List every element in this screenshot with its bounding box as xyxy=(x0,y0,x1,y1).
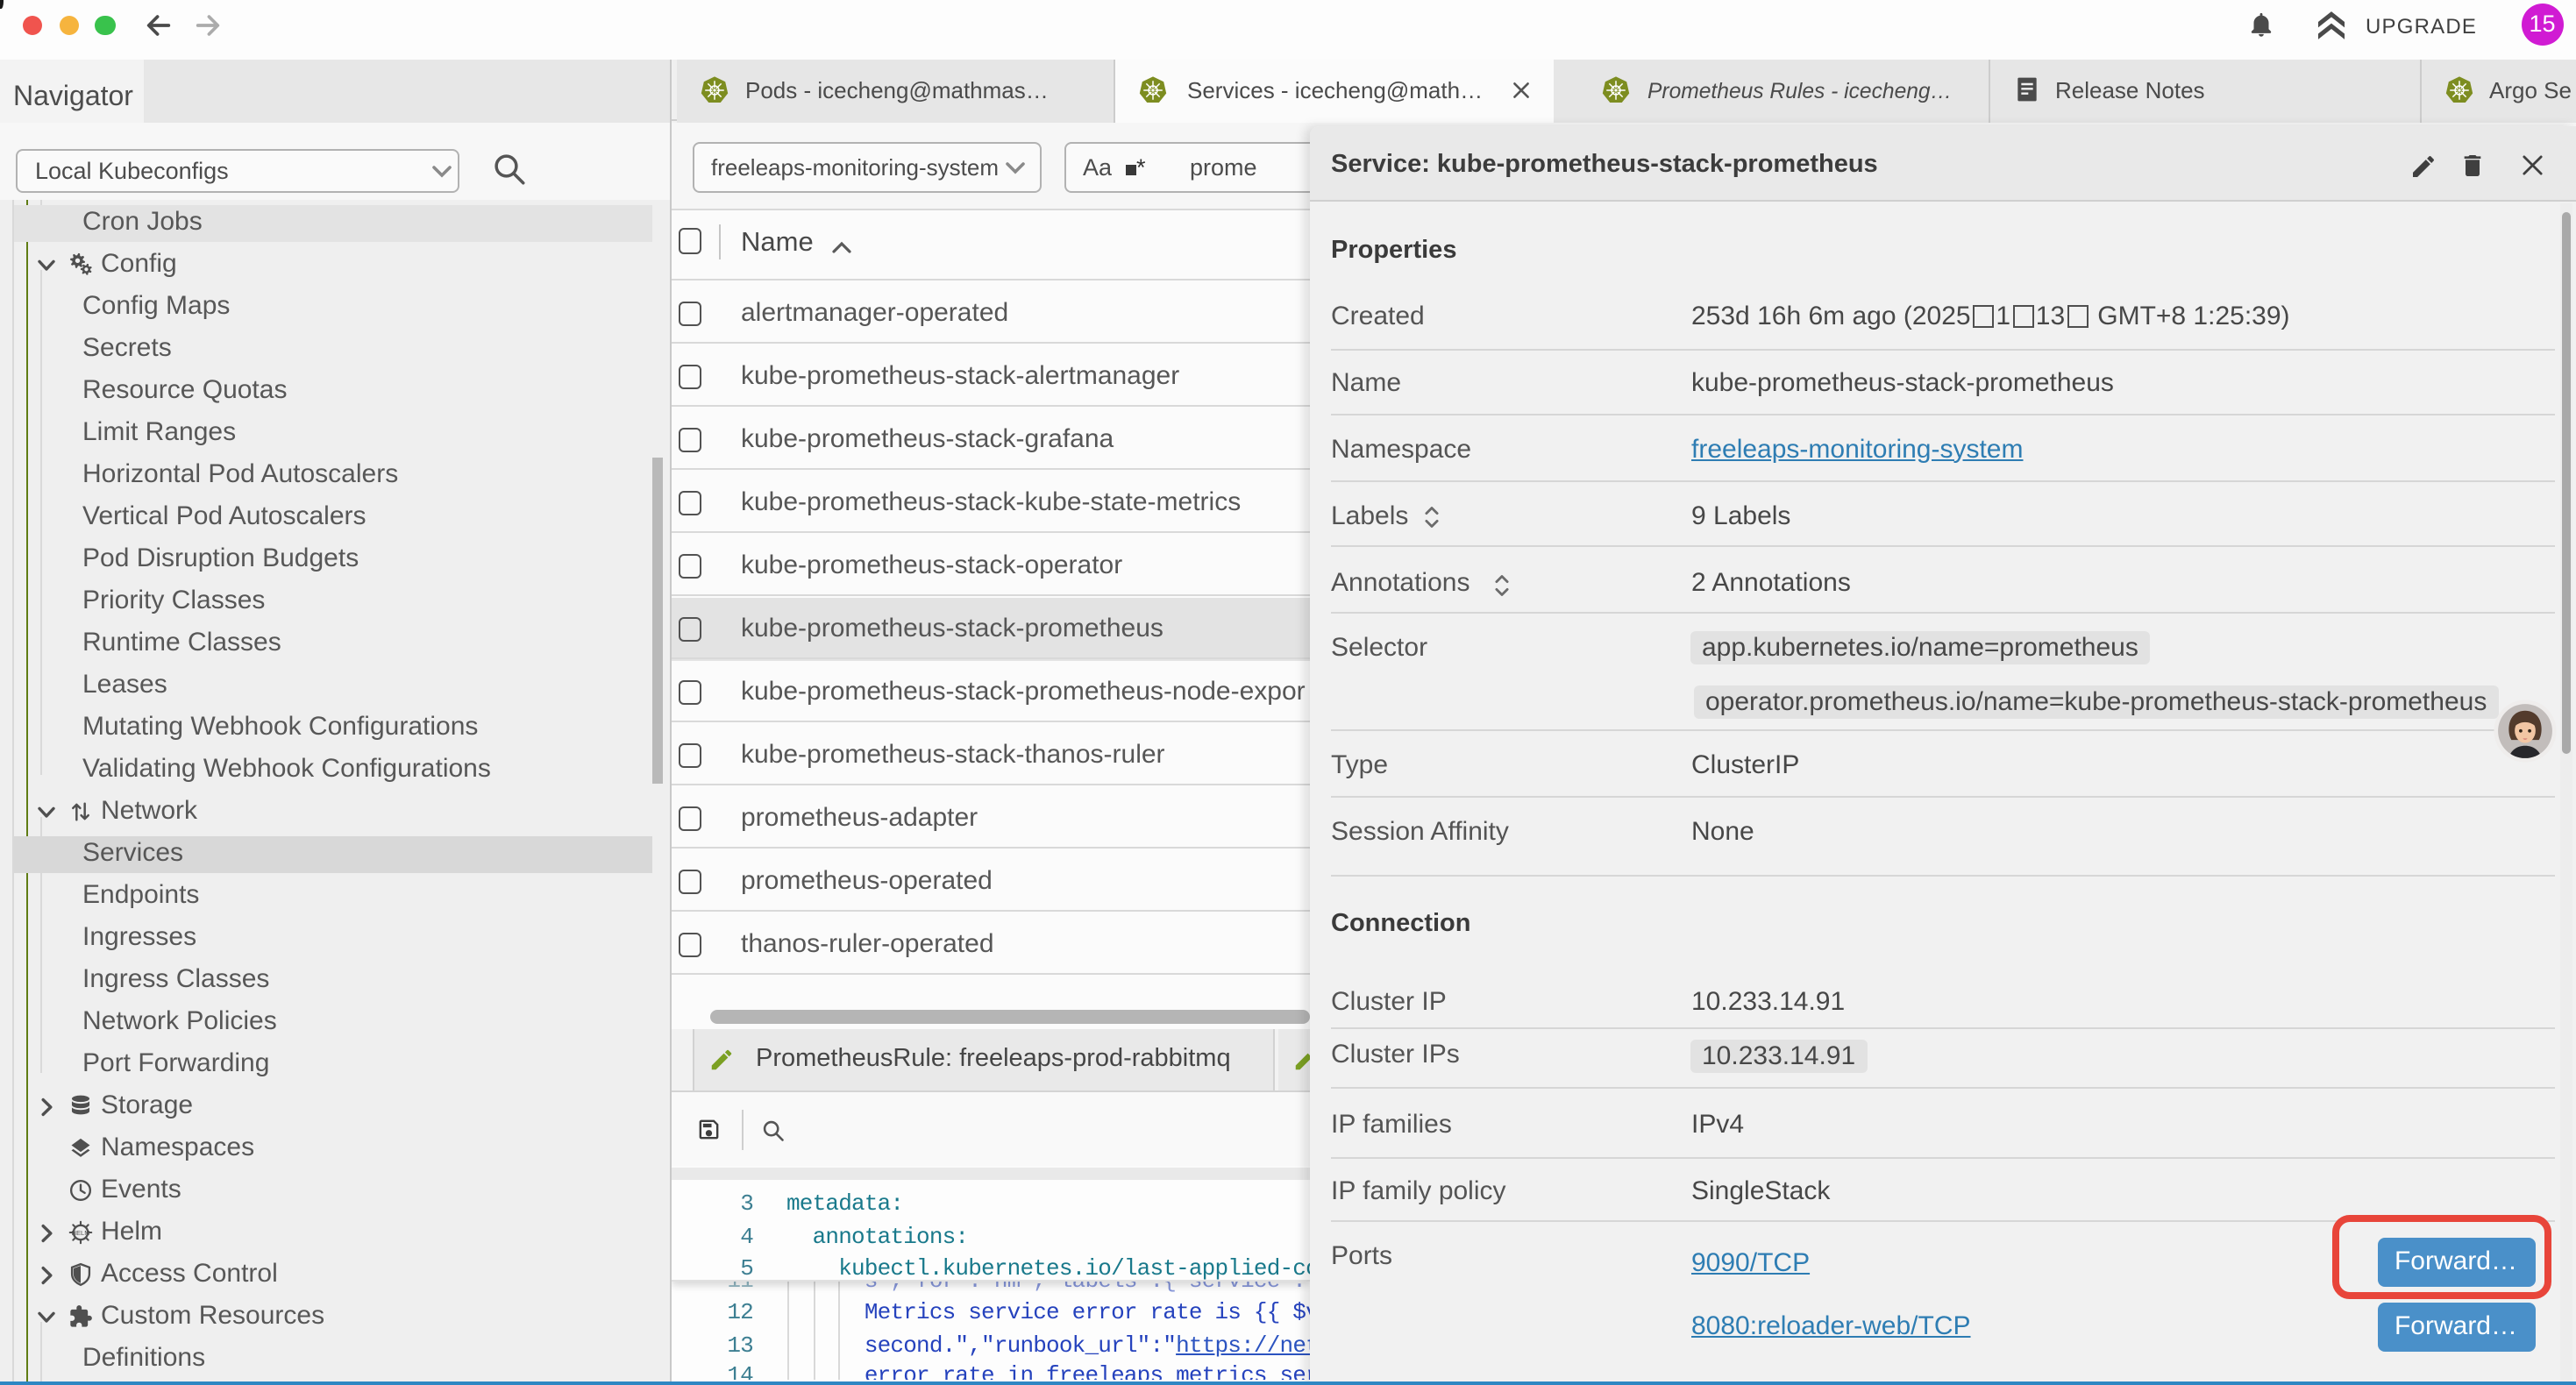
svg-text:HELM: HELM xyxy=(71,1229,89,1237)
